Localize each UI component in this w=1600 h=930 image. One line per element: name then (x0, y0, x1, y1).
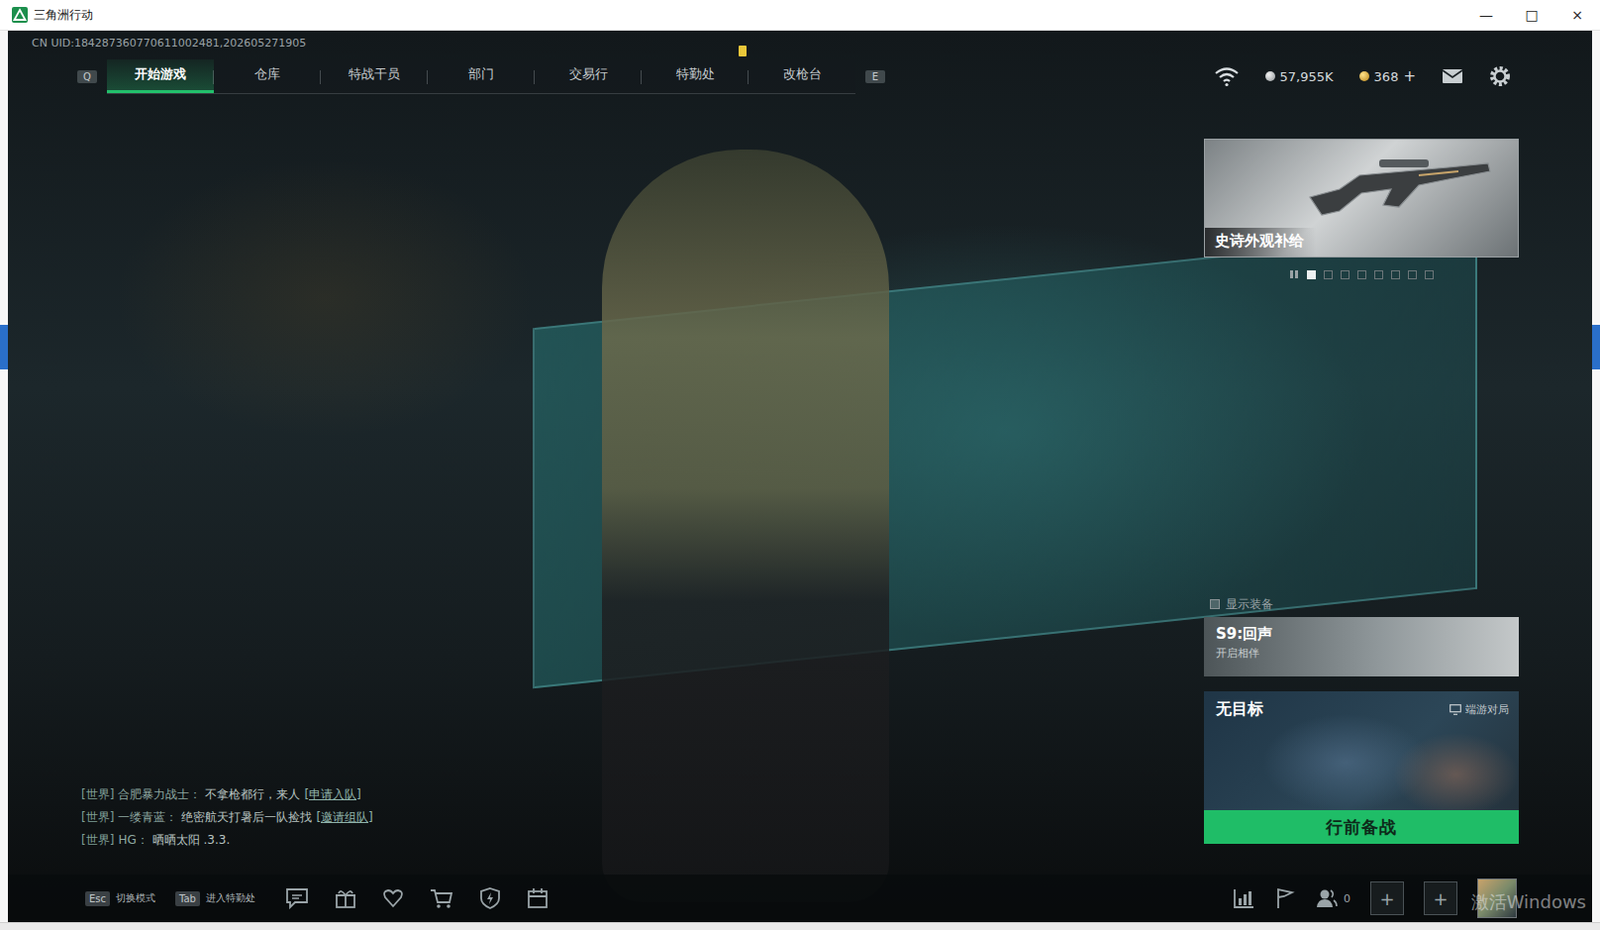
squad-slot-button[interactable]: + (1370, 881, 1404, 915)
mail-icon[interactable] (1441, 68, 1464, 85)
chat-message: [世界]合肥暴力战士：不拿枪都行，来人[申请入队] (81, 785, 1204, 803)
window-control-button[interactable]: — (1463, 0, 1509, 30)
pager-dot[interactable] (1424, 270, 1434, 280)
app-window: 三角洲行动 —□×CN UID:184287360770611002481,202… (0, 0, 1600, 930)
pager-dot[interactable] (1407, 270, 1417, 280)
shortcut-hint[interactable]: Tab进入特勤处 (175, 891, 256, 906)
promo-pager (1203, 267, 1519, 282)
background-window-strip (0, 921, 1600, 930)
shortcut-hint[interactable]: Esc切换模式 (85, 891, 156, 906)
pager-dot[interactable] (1357, 270, 1367, 280)
main-nav: Q 开始游戏仓库特战干员部门交易行特勤处改枪台 E (77, 59, 886, 95)
coin-icon (1265, 71, 1276, 82)
next-tab-key[interactable]: E (865, 70, 886, 84)
shop-cart-icon[interactable] (429, 887, 454, 909)
mode-card[interactable]: 无目标端游对局 (1203, 691, 1519, 810)
season-card[interactable]: S9:回声开启相伴 (1203, 616, 1519, 677)
pager-dot[interactable] (1374, 270, 1384, 280)
pager-dot[interactable] (1391, 270, 1400, 280)
nav-tab[interactable]: 特勤处 (641, 59, 749, 94)
chat-feed: [世界]合肥暴力战士：不拿枪都行，来人[申请入队] [世界]一缕青蓝：绝密航天打暑… (81, 785, 1204, 849)
pager-dot[interactable] (1323, 270, 1333, 280)
flag-icon[interactable] (1274, 887, 1297, 909)
status-area: 57,955K 368+ (1213, 65, 1511, 88)
chat-icon[interactable] (285, 887, 309, 909)
window-title: 三角洲行动 (33, 6, 94, 24)
nav-tab[interactable]: 交易行 (534, 59, 642, 94)
monitor-icon (1449, 703, 1462, 715)
squad-slot-button[interactable]: + (1423, 881, 1458, 915)
nav-tab[interactable]: 仓库 (213, 59, 321, 94)
uid-label: CN UID:184287360770611002481,20260527190… (7, 30, 1593, 57)
stats-chart-icon[interactable] (1232, 888, 1255, 908)
pass-shield-icon[interactable] (479, 887, 501, 909)
chat-message: [世界]一缕青蓝：绝密航天打暑后一队捡找[邀请组队] (81, 807, 1204, 826)
prepare-button[interactable]: 行前备战 (1203, 809, 1519, 844)
checkbox[interactable] (1209, 599, 1220, 609)
currency[interactable]: 368+ (1359, 67, 1416, 86)
player-avatar[interactable] (1477, 878, 1517, 918)
delta-logo-icon (11, 6, 28, 23)
nav-tab[interactable]: 开始游戏 (106, 59, 214, 94)
promo-card[interactable]: 史诗外观补给 (1203, 138, 1519, 258)
platform-label: 端游对局 (1449, 701, 1509, 717)
add-currency-button[interactable]: + (1402, 67, 1416, 86)
pager-dot[interactable] (1306, 270, 1316, 280)
chat-action-link[interactable]: [邀请组队] (315, 807, 373, 826)
settings-gear-icon[interactable] (1489, 65, 1511, 88)
currency[interactable]: 57,955K (1265, 69, 1334, 85)
wifi-icon (1213, 65, 1240, 88)
chat-action-link[interactable]: [申请入队] (303, 785, 361, 803)
window-control-button[interactable]: □ (1508, 0, 1555, 30)
top-bar: Q 开始游戏仓库特战干员部门交易行特勤处改枪台 E 57,955K 368+ (7, 56, 1593, 97)
gift-icon[interactable] (334, 887, 357, 909)
heart-icon[interactable] (382, 887, 404, 909)
rifle-icon (1300, 145, 1499, 225)
window-control-button[interactable]: × (1554, 0, 1600, 30)
nav-tab[interactable]: 改枪台 (748, 59, 856, 94)
friends-button[interactable]: 0 (1315, 888, 1351, 908)
nav-tab[interactable]: 特战干员 (320, 59, 428, 94)
notice-badge (738, 45, 747, 57)
title-bar: 三角洲行动 —□× (0, 0, 1600, 31)
pause-icon[interactable] (1289, 269, 1300, 280)
bottom-bar: Esc切换模式 Tab进入特勤处 0 + + (7, 874, 1593, 922)
nav-tab[interactable]: 部门 (427, 59, 535, 94)
chat-message: [世界]HG：晒晒太阳 .3.3. (81, 830, 1204, 849)
calendar-icon[interactable] (526, 887, 549, 909)
coin-icon (1359, 71, 1370, 82)
background-window-strip (1592, 30, 1600, 922)
pager-dot[interactable] (1340, 270, 1350, 280)
people-icon (1315, 888, 1338, 908)
show-equipment-toggle[interactable]: 显示装备 (1203, 595, 1519, 613)
prev-tab-key[interactable]: Q (77, 70, 98, 84)
background-window-strip (0, 30, 8, 922)
game-lobby: CN UID:184287360770611002481,20260527190… (7, 30, 1593, 922)
